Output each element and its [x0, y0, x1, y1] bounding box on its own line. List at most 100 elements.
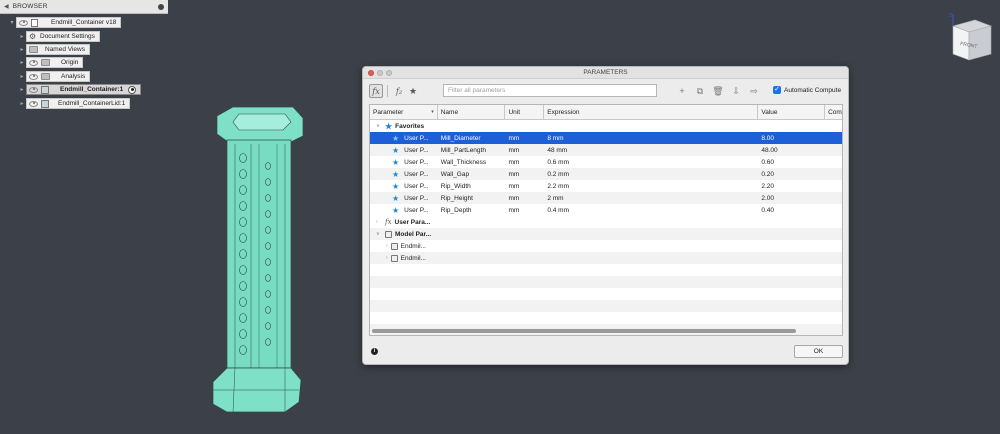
- info-icon[interactable]: i: [371, 348, 378, 355]
- expand-arrow-icon[interactable]: ▸: [18, 86, 26, 93]
- column-header-expression[interactable]: Expression: [544, 105, 759, 119]
- table-row[interactable]: ★ User P... Rip_Width mm 2.2 mm 2.20: [370, 180, 842, 192]
- visibility-eye-icon[interactable]: [29, 59, 38, 66]
- browser-root-row[interactable]: ▾ Endmill_Container v18: [8, 17, 122, 28]
- visibility-eye-icon[interactable]: [19, 19, 28, 26]
- dialog-titlebar[interactable]: PARAMETERS: [363, 67, 848, 79]
- browser-root-node[interactable]: Endmill_Container v18: [16, 17, 122, 28]
- viewcube[interactable]: FRONT Z: [945, 12, 995, 64]
- visibility-eye-icon[interactable]: [29, 73, 38, 80]
- expand-arrow-icon[interactable]: ▾: [8, 19, 16, 26]
- import-icon[interactable]: ⇩: [729, 84, 743, 98]
- model-child-label: Endmil...: [400, 242, 426, 250]
- cell-expression[interactable]: 2.2 mm: [544, 183, 758, 190]
- cell-name[interactable]: Wall_Thickness: [438, 159, 506, 166]
- cell-expression[interactable]: 2 mm: [544, 195, 758, 202]
- horizontal-scrollbar[interactable]: [372, 329, 796, 333]
- cell-name[interactable]: Rip_Depth: [438, 207, 506, 214]
- expand-arrow-icon[interactable]: ▸: [18, 59, 26, 66]
- column-header-parameter[interactable]: Parameter ▾: [370, 105, 438, 119]
- star-icon[interactable]: ★: [392, 206, 399, 215]
- browser-item-document-settings[interactable]: ▸ ⚙ Document Settings: [18, 31, 100, 42]
- column-header-name[interactable]: Name: [438, 105, 506, 119]
- automatic-compute-toggle[interactable]: ✓ Automatic Compute: [773, 86, 841, 94]
- cell-parameter: User P...: [404, 170, 429, 178]
- cell-expression[interactable]: 0.6 mm: [544, 159, 758, 166]
- expand-arrow-icon[interactable]: ▸: [18, 33, 26, 40]
- cell-name[interactable]: Wall_Gap: [438, 171, 506, 178]
- browser-node[interactable]: ⚙ Document Settings: [26, 31, 100, 42]
- cell-unit[interactable]: mm: [506, 171, 545, 178]
- table-row[interactable]: ★ User P... Mill_Diameter mm 8 mm 8.00: [370, 132, 842, 144]
- browser-node[interactable]: Origin: [26, 57, 84, 68]
- filter-input[interactable]: [443, 84, 657, 97]
- endmill-container-model[interactable]: [205, 100, 315, 418]
- visibility-eye-icon[interactable]: [29, 100, 38, 107]
- chevron-down-icon[interactable]: ∨: [376, 231, 382, 237]
- chevron-right-icon[interactable]: ›: [376, 219, 382, 225]
- column-header-value[interactable]: Value: [758, 105, 826, 119]
- expand-arrow-icon[interactable]: ▸: [18, 100, 26, 107]
- star-icon[interactable]: ★: [392, 134, 399, 143]
- browser-item-endmill-container-lid[interactable]: ▸ Endmill_ContainerLid:1: [18, 98, 131, 109]
- automatic-compute-checkbox[interactable]: ✓: [773, 86, 781, 94]
- cell-expression[interactable]: 8 mm: [544, 135, 758, 142]
- browser-item-named-views[interactable]: ▸ Named Views: [18, 44, 90, 55]
- expand-arrow-icon[interactable]: ▸: [18, 46, 26, 53]
- group-row-model-parameters[interactable]: ∨ Model Par...: [370, 228, 842, 240]
- chevron-right-icon[interactable]: ›: [386, 243, 388, 249]
- browser-node-active[interactable]: Endmill_Container:1: [26, 84, 142, 95]
- model-child-row[interactable]: › Endmil...: [370, 240, 842, 252]
- delete-parameter-icon[interactable]: 🗑: [711, 84, 725, 98]
- cell-expression[interactable]: 48 mm: [544, 147, 758, 154]
- browser-node[interactable]: Analysis: [26, 71, 91, 82]
- cell-name[interactable]: Rip_Width: [438, 183, 506, 190]
- cell-unit[interactable]: mm: [506, 195, 545, 202]
- table-row[interactable]: ★ User P... Mill_PartLength mm 48 mm 48.00: [370, 144, 842, 156]
- cell-unit[interactable]: mm: [506, 147, 545, 154]
- add-parameter-icon[interactable]: +: [675, 84, 689, 98]
- column-header-unit[interactable]: Unit: [505, 105, 545, 119]
- browser-item-analysis[interactable]: ▸ Analysis: [18, 71, 91, 82]
- star-icon[interactable]: ★: [392, 182, 399, 191]
- group-row-favorites[interactable]: ∨ ★ Favorites: [370, 120, 842, 132]
- group-row-user-parameters[interactable]: › fx User Para...: [370, 216, 842, 228]
- chevron-down-icon[interactable]: ∨: [376, 123, 382, 129]
- model-child-row[interactable]: › Endmil...: [370, 252, 842, 264]
- cell-name[interactable]: Rip_Height: [438, 195, 506, 202]
- collapse-icon[interactable]: ◀: [4, 3, 9, 10]
- cell-unit[interactable]: mm: [506, 207, 545, 214]
- browser-item-origin[interactable]: ▸ Origin: [18, 57, 84, 68]
- favorites-star-icon[interactable]: ★: [406, 84, 420, 98]
- chevron-right-icon[interactable]: ›: [386, 255, 388, 261]
- cell-expression[interactable]: 0.2 mm: [544, 171, 758, 178]
- star-icon[interactable]: ★: [392, 158, 399, 167]
- browser-node[interactable]: Endmill_ContainerLid:1: [26, 98, 131, 109]
- copy-parameter-icon[interactable]: ⧉: [693, 84, 707, 98]
- user-parameters-icon[interactable]: f₂: [392, 84, 406, 98]
- browser-node[interactable]: Named Views: [26, 44, 90, 55]
- cell-name[interactable]: Mill_PartLength: [438, 147, 506, 154]
- ok-button[interactable]: OK: [794, 345, 843, 358]
- cell-unit[interactable]: mm: [506, 135, 545, 142]
- table-row[interactable]: ★ User P... Rip_Height mm 2 mm 2.00: [370, 192, 842, 204]
- star-icon[interactable]: ★: [392, 170, 399, 179]
- table-row[interactable]: ★ User P... Wall_Thickness mm 0.6 mm 0.60: [370, 156, 842, 168]
- table-row[interactable]: ★ User P... Rip_Depth mm 0.4 mm 0.40: [370, 204, 842, 216]
- cell-unit[interactable]: mm: [506, 183, 545, 190]
- cell-unit[interactable]: mm: [506, 159, 545, 166]
- column-header-comment[interactable]: Com: [825, 105, 842, 119]
- expand-arrow-icon[interactable]: ▸: [18, 73, 26, 80]
- cell-name[interactable]: Mill_Diameter: [438, 135, 506, 142]
- activate-radio-icon[interactable]: [128, 85, 137, 94]
- table-row[interactable]: ★ User P... Wall_Gap mm 0.2 mm 0.20: [370, 168, 842, 180]
- sort-chevron-icon[interactable]: ▾: [431, 109, 434, 115]
- fx-icon[interactable]: fx: [369, 84, 383, 98]
- browser-item-endmill-container[interactable]: ▸ Endmill_Container:1: [18, 84, 142, 95]
- pin-icon[interactable]: [158, 3, 164, 10]
- star-icon[interactable]: ★: [392, 146, 399, 155]
- export-icon[interactable]: ⇨: [747, 84, 761, 98]
- cell-expression[interactable]: 0.4 mm: [544, 207, 758, 214]
- visibility-eye-icon[interactable]: [29, 86, 38, 93]
- star-icon[interactable]: ★: [392, 194, 399, 203]
